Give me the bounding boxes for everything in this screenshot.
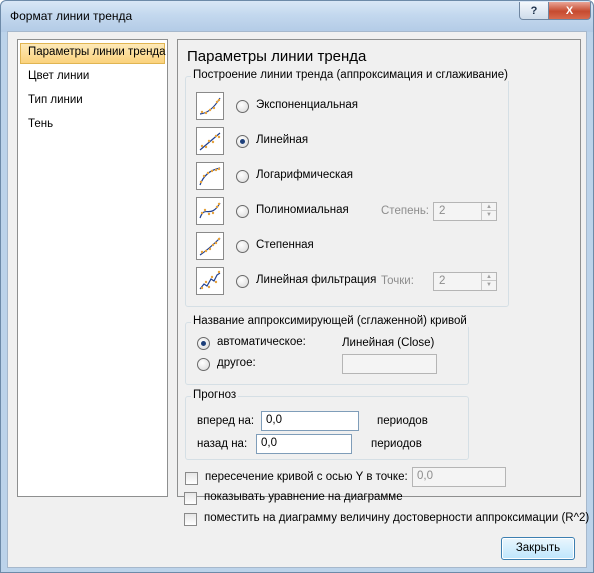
title-bar[interactable]: Формат линии тренда ? X xyxy=(1,1,593,32)
exponential-radio[interactable] xyxy=(236,100,249,113)
nav-item-label: Параметры линии тренда xyxy=(28,46,166,58)
show-rsquared-checkbox[interactable] xyxy=(184,513,197,526)
help-button[interactable]: ? xyxy=(519,2,549,20)
power-label[interactable]: Степенная xyxy=(256,239,314,251)
nav-item-label: Тип линии xyxy=(28,94,83,106)
power-trend-icon xyxy=(196,232,224,260)
panel-title: Параметры линии тренда xyxy=(187,48,367,65)
forecast-group: Прогноз вперед на: 0,0 периодов назад на… xyxy=(185,389,469,460)
forecast-backward-unit: периодов xyxy=(371,438,422,450)
custom-name-label[interactable]: другое: xyxy=(217,357,256,369)
nav-item-label: Цвет линии xyxy=(28,70,90,82)
dialog-title: Формат линии тренда xyxy=(10,9,133,23)
help-icon: ? xyxy=(530,4,538,17)
power-radio[interactable] xyxy=(236,240,249,253)
points-stepper[interactable]: 2 ▲ ▼ xyxy=(433,272,497,291)
show-rsquared-label[interactable]: поместить на диаграмму величину достовер… xyxy=(204,512,589,524)
trend-type-group-title: Построение линии тренда (аппроксимация и… xyxy=(191,69,510,81)
spin-down-icon[interactable]: ▼ xyxy=(482,281,496,289)
degree-stepper[interactable]: 2 ▲ ▼ xyxy=(433,202,497,221)
trendline-name-group: Название аппроксимирующей (сглаженной) к… xyxy=(185,315,469,385)
logarithmic-radio[interactable] xyxy=(236,170,249,183)
degree-stepper-arrows: ▲ ▼ xyxy=(481,203,496,220)
forecast-forward-unit: периодов xyxy=(377,415,428,427)
auto-name-label[interactable]: автоматическое: xyxy=(217,336,306,348)
points-stepper-arrows: ▲ ▼ xyxy=(481,273,496,290)
moving-average-label[interactable]: Линейная фильтрация xyxy=(256,274,376,286)
trend-type-group: Построение линии тренда (аппроксимация и… xyxy=(185,69,510,307)
nav-item-shadow[interactable]: Тень xyxy=(20,115,165,136)
exponential-label[interactable]: Экспоненциальная xyxy=(256,99,358,111)
linear-trend-icon xyxy=(196,127,224,155)
degree-label: Степень: xyxy=(381,205,429,217)
dialog-body: Параметры линии тренда Цвет линии Тип ли… xyxy=(7,31,589,568)
custom-name-input[interactable] xyxy=(342,354,437,374)
forecast-group-title: Прогноз xyxy=(191,389,239,401)
nav-item-trendline-options[interactable]: Параметры линии тренда xyxy=(20,43,166,64)
dialog-window: Формат линии тренда ? X Параметры линии … xyxy=(0,0,594,573)
close-icon: X xyxy=(565,4,574,17)
moving-average-radio[interactable] xyxy=(236,275,249,288)
points-value: 2 xyxy=(439,275,446,287)
category-list: Параметры линии тренда Цвет линии Тип ли… xyxy=(17,39,168,497)
points-label: Точки: xyxy=(381,275,414,287)
show-equation-label[interactable]: показывать уравнение на диаграмме xyxy=(204,491,403,503)
forecast-backward-label: назад на: xyxy=(197,438,248,450)
degree-value: 2 xyxy=(439,205,446,217)
nav-item-line-style[interactable]: Тип линии xyxy=(20,91,165,112)
logarithmic-trend-icon xyxy=(196,162,224,190)
options-panel: Параметры линии тренда Построение линии … xyxy=(177,39,581,497)
intercept-checkbox[interactable] xyxy=(185,472,198,485)
logarithmic-label[interactable]: Логарифмическая xyxy=(256,169,353,181)
intercept-label[interactable]: пересечение кривой с осью Y в точке: xyxy=(205,471,408,483)
spin-down-icon[interactable]: ▼ xyxy=(482,211,496,219)
nav-item-line-color[interactable]: Цвет линии xyxy=(20,67,165,88)
window-close-button[interactable]: X xyxy=(548,2,591,20)
intercept-input[interactable]: 0,0 xyxy=(412,467,506,487)
polynomial-trend-icon xyxy=(196,197,224,225)
spin-up-icon[interactable]: ▲ xyxy=(482,203,496,211)
linear-radio[interactable] xyxy=(236,135,249,148)
polynomial-label[interactable]: Полиномиальная xyxy=(256,204,349,216)
moving-average-trend-icon xyxy=(196,267,224,295)
forecast-backward-input[interactable]: 0,0 xyxy=(256,434,352,454)
trendline-name-group-title: Название аппроксимирующей (сглаженной) к… xyxy=(191,315,469,327)
spin-up-icon[interactable]: ▲ xyxy=(482,273,496,281)
nav-item-label: Тень xyxy=(28,118,54,130)
exponential-trend-icon xyxy=(196,92,224,120)
close-dialog-button[interactable]: Закрыть xyxy=(501,537,575,560)
auto-name-radio[interactable] xyxy=(197,337,210,350)
auto-name-value: Линейная (Close) xyxy=(342,337,435,349)
show-equation-checkbox[interactable] xyxy=(184,492,197,505)
forecast-forward-input[interactable]: 0,0 xyxy=(261,411,359,431)
polynomial-radio[interactable] xyxy=(236,205,249,218)
custom-name-radio[interactable] xyxy=(197,358,210,371)
forecast-forward-label: вперед на: xyxy=(197,415,255,427)
linear-label[interactable]: Линейная xyxy=(256,134,308,146)
